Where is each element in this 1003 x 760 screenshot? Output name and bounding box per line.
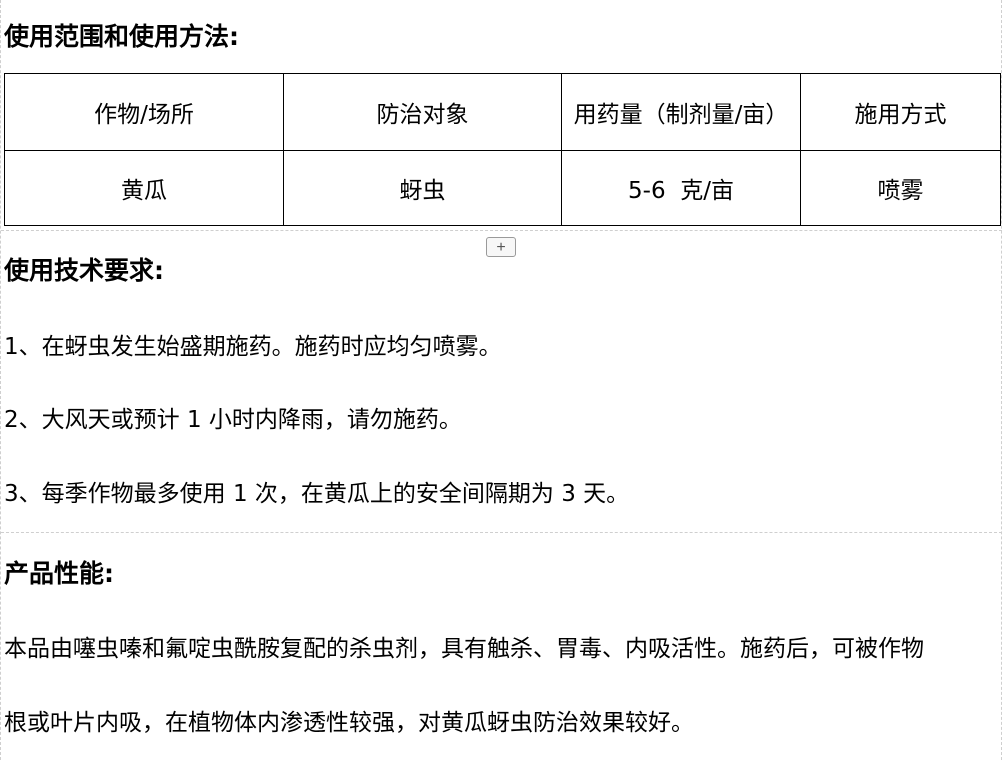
header-target: 防治对象 (283, 73, 562, 151)
cell-dosage: 5-6 克/亩 (561, 150, 801, 226)
performance-heading: 产品性能: (4, 559, 114, 588)
document-page: 使用范围和使用方法: 作物/场所 防治对象 用药量（制剂量/亩） 施用方式 黄瓜… (0, 0, 1002, 760)
header-dosage: 用药量（制剂量/亩） (561, 73, 801, 151)
cell-crop: 黄瓜 (4, 150, 284, 226)
cell-method: 喷雾 (800, 150, 1001, 226)
header-crop: 作物/场所 (4, 73, 284, 151)
performance-line: 本品由噻虫嗪和氟啶虫酰胺复配的杀虫剂，具有触杀、胃毒、内吸活性。施药后，可被作物 (4, 636, 924, 662)
cell-target: 蚜虫 (283, 150, 562, 226)
list-item: 1、在蚜虫发生始盛期施药。施药时应均匀喷雾。 (4, 334, 502, 360)
table-header-row: 作物/场所 防治对象 用药量（制剂量/亩） 施用方式 (4, 73, 1001, 151)
technical-heading: 使用技术要求: (4, 256, 164, 285)
list-item: 2、大风天或预计 1 小时内降雨，请勿施药。 (4, 407, 462, 433)
usage-section: 使用范围和使用方法: 作物/场所 防治对象 用药量（制剂量/亩） 施用方式 黄瓜… (1, 0, 1002, 230)
table-row: 黄瓜 蚜虫 5-6 克/亩 喷雾 (4, 150, 1001, 226)
usage-table: 作物/场所 防治对象 用药量（制剂量/亩） 施用方式 黄瓜 蚜虫 5-6 克/亩… (4, 73, 1001, 226)
performance-section: 产品性能: 本品由噻虫嗪和氟啶虫酰胺复配的杀虫剂，具有触杀、胃毒、内吸活性。施药… (1, 533, 1002, 760)
usage-heading: 使用范围和使用方法: (4, 22, 239, 51)
performance-line: 根或叶片内吸，在植物体内渗透性较强，对黄瓜蚜虫防治效果较好。 (4, 710, 694, 736)
add-block-button[interactable]: + (486, 237, 516, 257)
list-item: 3、每季作物最多使用 1 次，在黄瓜上的安全间隔期为 3 天。 (4, 481, 630, 507)
header-method: 施用方式 (800, 73, 1001, 151)
technical-section: + 使用技术要求: 1、在蚜虫发生始盛期施药。施药时应均匀喷雾。 2、大风天或预… (1, 230, 1002, 533)
